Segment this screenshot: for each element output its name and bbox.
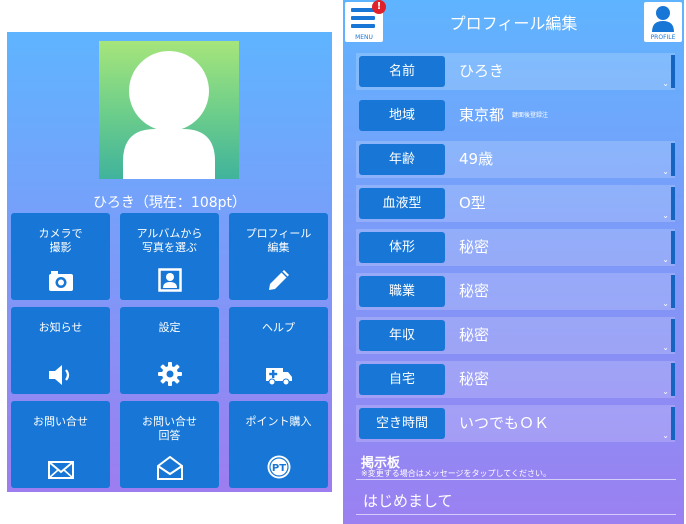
area-note: 鍵面後登録注 — [512, 112, 549, 119]
avatar[interactable] — [99, 41, 239, 179]
field-row-occupation[interactable]: 職業 秘密 ⌄ — [356, 273, 675, 310]
header-bar: MENU ! プロフィール編集 PROFILE — [343, 0, 684, 44]
tile-label: お問い合せ — [33, 415, 88, 428]
field-row-income[interactable]: 年収 秘密 ⌄ — [356, 317, 675, 354]
divider — [356, 514, 676, 515]
notice-button[interactable]: お知らせ — [11, 307, 110, 394]
chevron-down-icon: ⌄ — [662, 431, 669, 440]
contact-reply-button[interactable]: お問い合せ 回答 — [120, 401, 219, 488]
tile-label: ヘルプ — [262, 321, 295, 334]
field-value: 秘密 — [459, 282, 490, 300]
chevron-down-icon: ⌄ — [662, 343, 669, 352]
dropdown-edge — [671, 275, 675, 308]
camera-icon — [48, 271, 73, 291]
tile-label: お問い合せ 回答 — [142, 415, 197, 442]
user-status: ひろき（現在：108pt） — [92, 195, 247, 211]
field-row-age[interactable]: 年齢 49歳 ⌄ — [356, 141, 675, 178]
board-note: ※変更する場合はメッセージをタップしてください。 — [361, 469, 552, 478]
tile-label: プロフィール 編集 — [245, 227, 312, 254]
field-label: 地域 — [359, 100, 445, 131]
tile-label: お知らせ — [38, 321, 83, 334]
field-label: 職業 — [359, 276, 445, 307]
field-row-blood-type[interactable]: 血液型 O型 ⌄ — [356, 185, 675, 222]
settings-button[interactable]: 設定 — [120, 307, 219, 394]
field-label: 血液型 — [359, 188, 445, 219]
chevron-down-icon: ⌄ — [662, 387, 669, 396]
camera-button[interactable]: カメラで 撮影 — [11, 213, 110, 300]
profile-label: PROFILE — [650, 34, 676, 41]
field-label: 年収 — [359, 320, 445, 351]
profile-edit-button[interactable]: プロフィール 編集 — [229, 213, 328, 300]
page-title: プロフィール編集 — [449, 14, 578, 33]
menu-label: MENU — [355, 34, 373, 41]
profile-edit-screen: MENU ! プロフィール編集 PROFILE 名前 ひろき ⌄ 地域 東京都鍵… — [343, 0, 684, 524]
point-purchase-button[interactable]: ポイント購入 PT — [229, 401, 328, 488]
field-row-name[interactable]: 名前 ひろき ⌄ — [356, 53, 675, 90]
field-value: 秘密 — [459, 238, 490, 256]
field-value: いつでもＯＫ — [459, 414, 550, 432]
chevron-down-icon: ⌄ — [662, 79, 669, 88]
field-label: 体形 — [359, 232, 445, 263]
menu-panel: ひろき（現在：108pt） カメラで 撮影 アルバムから 写真を選ぶ プロフィー… — [7, 32, 332, 492]
ambulance-icon — [265, 368, 292, 386]
field-value: 東京都 鍵面後登録注 — [459, 97, 548, 134]
dropdown-edge — [671, 319, 675, 352]
dropdown-edge — [671, 55, 675, 88]
help-button[interactable]: ヘルプ — [229, 307, 328, 394]
field-value: ひろき — [459, 62, 505, 80]
dropdown-edge — [671, 363, 675, 396]
field-value: 49歳 — [459, 150, 494, 168]
svg-text:PT: PT — [271, 463, 285, 474]
dropdown-edge — [671, 143, 675, 176]
pt-coin-icon: PT — [267, 455, 290, 479]
envelope-icon — [47, 461, 74, 479]
pencil-icon — [268, 270, 289, 290]
field-row-home[interactable]: 自宅 秘密 ⌄ — [356, 361, 675, 398]
speaker-icon — [48, 365, 69, 385]
tile-label: ポイント購入 — [245, 415, 312, 428]
dropdown-edge — [671, 231, 675, 264]
dropdown-edge — [671, 187, 675, 220]
gear-icon — [157, 362, 182, 386]
field-value: 秘密 — [459, 370, 490, 388]
profile-button[interactable]: PROFILE — [644, 2, 682, 42]
field-label: 自宅 — [359, 364, 445, 395]
field-row-body-type[interactable]: 体形 秘密 ⌄ — [356, 229, 675, 266]
tile-label: 設定 — [158, 321, 181, 334]
field-value: O型 — [459, 194, 486, 212]
user-icon — [652, 6, 674, 32]
user-silhouette-icon — [123, 51, 215, 179]
open-envelope-icon — [156, 456, 183, 480]
chevron-down-icon: ⌄ — [662, 255, 669, 264]
field-label: 空き時間 — [359, 408, 445, 439]
chevron-down-icon: ⌄ — [662, 167, 669, 176]
field-row-free-time[interactable]: 空き時間 いつでもＯＫ ⌄ — [356, 405, 675, 442]
portrait-icon — [157, 268, 182, 292]
chevron-down-icon: ⌄ — [662, 299, 669, 308]
field-row-area: 地域 東京都 鍵面後登録注 — [356, 97, 675, 134]
divider — [356, 479, 676, 480]
field-label: 名前 — [359, 56, 445, 87]
chevron-down-icon: ⌄ — [662, 211, 669, 220]
album-select-button[interactable]: アルバムから 写真を選ぶ — [120, 213, 219, 300]
tile-label: アルバムから 写真を選ぶ — [136, 227, 203, 254]
contact-button[interactable]: お問い合せ — [11, 401, 110, 488]
field-label: 年齢 — [359, 144, 445, 175]
field-value: 秘密 — [459, 326, 490, 344]
board-message[interactable]: はじめまして — [363, 490, 453, 511]
dropdown-edge — [671, 407, 675, 440]
area-value: 東京都 — [459, 106, 505, 124]
tile-label: カメラで 撮影 — [38, 227, 83, 254]
